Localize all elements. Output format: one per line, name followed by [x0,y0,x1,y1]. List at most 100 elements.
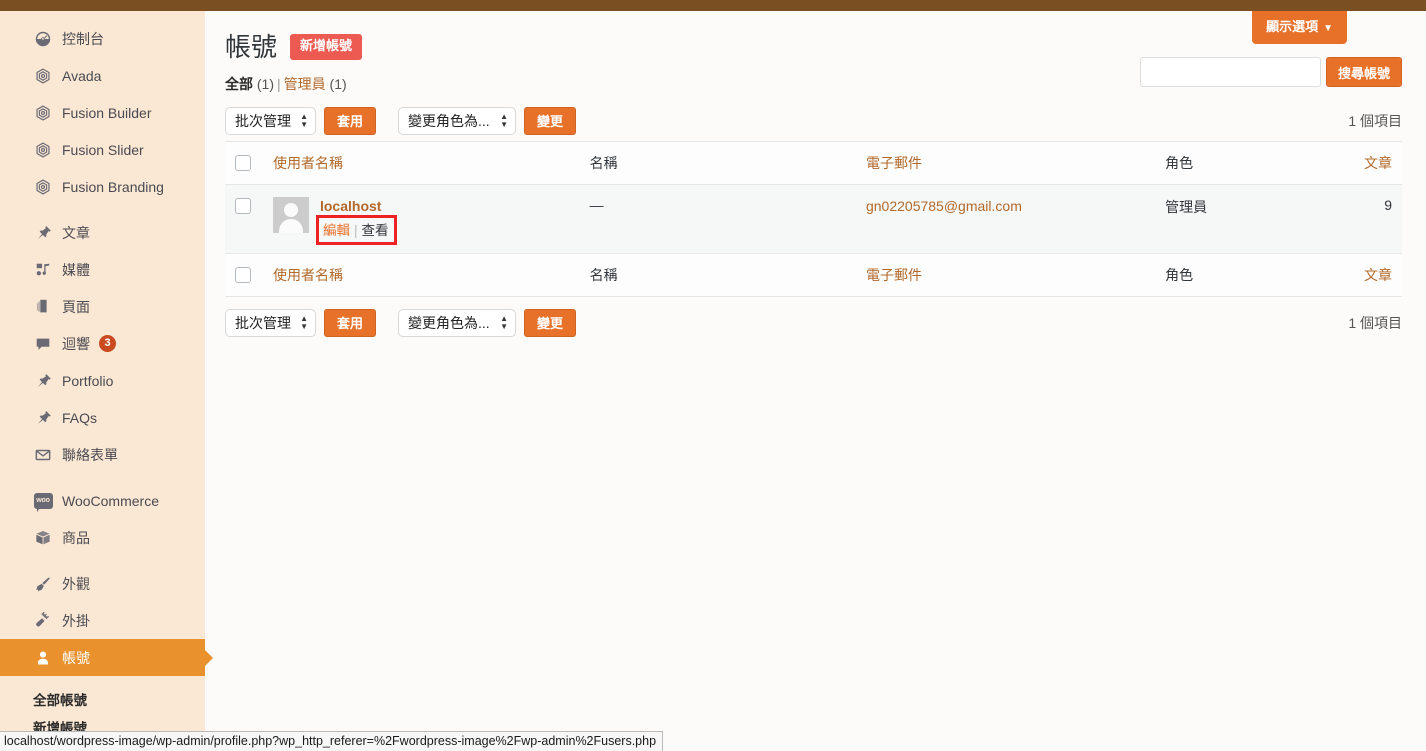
sidebar-separator-2 [0,473,205,482]
column-footer-username: 使用者名稱 [262,252,580,297]
sidebar-item-users[interactable]: 帳號 [0,639,213,676]
sidebar-item-label: FAQs [62,409,98,426]
view-admin-count: (1) [329,76,347,92]
sort-username-link-footer[interactable]: 使用者名稱 [273,267,343,283]
column-footer-posts: 文章 [1354,252,1402,297]
sidebar-separator-1 [0,205,205,214]
select-arrows-icon: ▲ ▼ [500,111,509,129]
submenu-item-label: 全部帳號 [33,693,87,708]
comments-count-badge: 3 [99,335,116,352]
sidebar-item-pages[interactable]: 頁面 [0,288,205,325]
view-all-label[interactable]: 全部 [225,76,253,92]
displaying-num-bottom: 1 個項目 [1348,314,1402,331]
add-new-user-button[interactable]: 新增帳號 [290,34,363,60]
bulk-action-select-bottom[interactable]: 批次管理 ▲ ▼ [225,308,316,337]
column-label-role: 角色 [1165,154,1194,171]
username-link[interactable]: localhost [320,197,392,215]
select-all-footer [225,252,263,297]
sidebar-group-3: woo WooCommerce 商品 [0,482,205,556]
sidebar-item-products[interactable]: 商品 [0,519,205,556]
sidebar-item-woocommerce[interactable]: woo WooCommerce [0,482,205,519]
edit-user-link[interactable]: 編輯 [323,223,350,238]
sort-email-link[interactable]: 電子郵件 [866,155,922,171]
sidebar-item-label: 外掛 [62,612,90,629]
sidebar-item-fusion-slider[interactable]: Fusion Slider [0,131,205,168]
avatar-body-shape [278,218,303,233]
select-arrows-icon: ▲ ▼ [500,313,509,331]
row-select-cell [225,184,263,254]
sidebar-item-fusion-builder[interactable]: Fusion Builder [0,94,205,131]
select-all-header [225,140,263,185]
sidebar-item-label: Avada [62,67,102,84]
bulk-action-select-value: 批次管理 [235,112,291,129]
sidebar-item-label: WooCommerce [62,492,159,509]
column-label-name-footer: 名稱 [589,266,618,283]
change-role-select-top[interactable]: 變更角色為... ▲ ▼ [398,106,517,135]
sidebar-item-appearance[interactable]: 外觀 [0,565,205,602]
sort-posts-link[interactable]: 文章 [1364,155,1392,171]
sidebar-item-dashboard[interactable]: 控制台 [0,20,205,57]
page-title: 帳號 [225,32,278,62]
sidebar-item-media[interactable]: 媒體 [0,251,205,288]
column-label-name: 名稱 [589,154,618,171]
search-users-box: 搜尋帳號 [1139,57,1402,87]
main-content: 顯示選項 ▼ 帳號 新增帳號 全部 (1) | 管理員 (1) 搜尋帳號 批次管理 ▲… [205,11,1426,751]
sidebar-item-label: 迴響 [62,335,90,352]
sidebar-item-label: Fusion Branding [62,178,164,195]
submenu-item-all-users[interactable]: 全部帳號 [0,685,205,713]
users-table: 使用者名稱 名稱 電子郵件 角色 文章 localhost 編輯 | 查看 — … [225,140,1402,297]
comment-icon [33,334,53,354]
change-role-button-bottom[interactable]: 變更 [524,308,577,337]
view-user-link[interactable]: 查看 [362,223,389,238]
avada-hex-icon [33,177,53,197]
bulk-action-select-top[interactable]: 批次管理 ▲ ▼ [225,106,316,135]
sidebar-group-1: 控制台 Avada Fusion Builder Fusion Slider F… [0,20,205,205]
apply-bulk-action-button-bottom[interactable]: 套用 [324,308,377,337]
displaying-num-top: 1 個項目 [1348,112,1402,129]
show-options-label: 顯示選項 [1266,19,1319,34]
box-icon [33,528,53,548]
sidebar-item-faqs[interactable]: FAQs [0,399,205,436]
sort-email-link-footer[interactable]: 電子郵件 [866,267,922,283]
sidebar-item-contact-form[interactable]: 聯絡表單 [0,436,205,473]
browser-status-bar: localhost/wordpress-image/wp-admin/profi… [0,730,664,751]
sidebar-item-fusion-branding[interactable]: Fusion Branding [0,168,205,205]
select-all-checkbox-top[interactable] [235,155,251,172]
users-table-foot: 使用者名稱 名稱 電子郵件 角色 文章 [225,252,1402,297]
sidebar-item-label: 文章 [62,224,90,241]
row-email-link[interactable]: gn02205785@gmail.com [866,198,1022,214]
select-all-checkbox-bottom[interactable] [235,267,251,284]
row-posts-count[interactable]: 9 [1384,197,1392,213]
row-checkbox[interactable] [235,197,251,214]
sidebar-group-4: 外觀 外掛 帳號 [0,565,213,676]
tablenav-top: 批次管理 ▲ ▼ 套用 變更角色為... ▲ ▼ 變更 1 個項目 [225,103,1402,139]
row-name-cell: — [579,184,856,254]
sidebar-item-label: Fusion Builder [62,104,152,121]
apply-bulk-action-button-top[interactable]: 套用 [324,106,377,135]
column-header-username: 使用者名稱 [262,140,580,185]
sidebar-item-label: Fusion Slider [62,141,144,158]
bulk-action-select-value: 批次管理 [235,314,291,331]
table-footer-row: 使用者名稱 名稱 電子郵件 角色 文章 [225,252,1402,297]
sidebar-item-comments[interactable]: 迴響 3 [0,325,205,362]
woo-icon: woo [33,491,53,512]
row-role-value: 管理員 [1165,198,1208,215]
sidebar-item-plugins[interactable]: 外掛 [0,602,205,639]
sidebar-item-posts[interactable]: 文章 [0,214,205,251]
change-role-select-bottom[interactable]: 變更角色為... ▲ ▼ [398,308,517,337]
row-role-cell: 管理員 [1155,184,1354,254]
change-role-button-top[interactable]: 變更 [524,106,577,135]
tablenav-bottom: 批次管理 ▲ ▼ 套用 變更角色為... ▲ ▼ 變更 1 個項目 [225,305,1402,341]
sort-username-link[interactable]: 使用者名稱 [273,155,343,171]
sidebar-item-label: Portfolio [62,372,114,389]
pin-icon [33,408,53,428]
view-admin-label[interactable]: 管理員 [284,76,326,92]
submenu-spacer [0,676,205,685]
search-input[interactable] [1139,57,1321,87]
sidebar-item-portfolio[interactable]: Portfolio [0,362,205,399]
sort-posts-link-footer[interactable]: 文章 [1364,267,1392,283]
search-users-button[interactable]: 搜尋帳號 [1325,57,1402,87]
sidebar-item-avada[interactable]: Avada [0,57,205,94]
change-role-select-value: 變更角色為... [408,112,490,129]
show-options-button[interactable]: 顯示選項 ▼ [1252,11,1347,44]
